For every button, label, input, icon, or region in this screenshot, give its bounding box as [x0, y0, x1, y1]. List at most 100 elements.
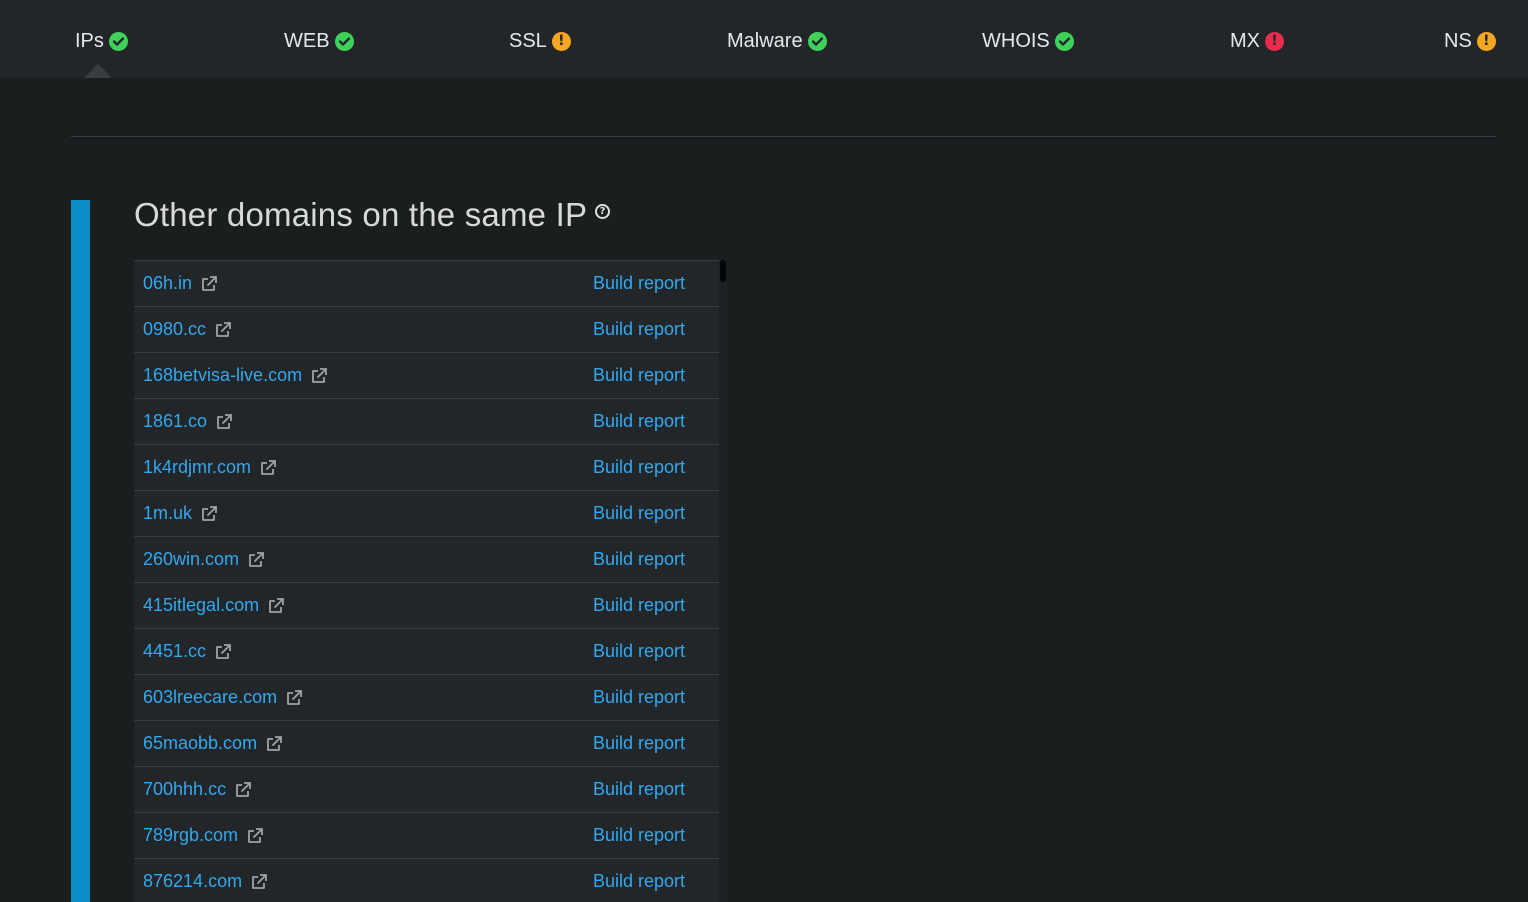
domain-link[interactable]: 876214.com [143, 871, 268, 892]
external-link-icon[interactable] [234, 781, 252, 799]
check-circle-icon [807, 31, 827, 51]
tab-malware[interactable]: Malware [727, 28, 827, 54]
table-scrollbar[interactable] [719, 260, 727, 902]
exclamation-circle-icon: ! [1265, 31, 1284, 51]
table-row: 65maobb.com Build report [134, 720, 719, 766]
domain-link[interactable]: 65maobb.com [143, 733, 283, 754]
build-report-link[interactable]: Build report [593, 365, 685, 386]
external-link-icon[interactable] [215, 413, 233, 431]
domain-name[interactable]: 4451.cc [143, 641, 206, 662]
tab-ssl[interactable]: SSL ! [509, 28, 571, 54]
build-report-link[interactable]: Build report [593, 595, 685, 616]
exclamation-circle-icon: ! [1476, 31, 1496, 51]
domain-name[interactable]: 168betvisa-live.com [143, 365, 302, 386]
build-report-link[interactable]: Build report [593, 411, 685, 432]
scrollbar-thumb[interactable] [720, 260, 726, 282]
table-row: 4451.cc Build report [134, 628, 719, 674]
domain-link[interactable]: 603lreecare.com [143, 687, 303, 708]
check-circle-icon [1054, 31, 1074, 51]
table-row: 0980.cc Build report [134, 306, 719, 352]
domain-name[interactable]: 1861.co [143, 411, 207, 432]
build-report-link[interactable]: Build report [593, 779, 685, 800]
tab-label: Malware [727, 30, 803, 52]
domain-link[interactable]: 260win.com [143, 549, 265, 570]
external-link-icon[interactable] [285, 689, 303, 707]
question-circle-icon[interactable]: ? [595, 204, 611, 219]
tab-label: IPs [75, 30, 104, 52]
domain-link[interactable]: 1m.uk [143, 503, 218, 524]
section-title-text: Other domains on the same IP [134, 196, 588, 233]
table-row: 1861.co Build report [134, 398, 719, 444]
domain-name[interactable]: 789rgb.com [143, 825, 238, 846]
domain-name[interactable]: 1m.uk [143, 503, 192, 524]
domain-name[interactable]: 260win.com [143, 549, 239, 570]
status-tab-bar: IPs WEB SSL ! Malware WHOIS MX ! NS ! [0, 0, 1528, 78]
build-report-link[interactable]: Build report [593, 549, 685, 570]
external-link-icon[interactable] [246, 827, 264, 845]
external-link-icon[interactable] [247, 551, 265, 569]
active-tab-caret [84, 64, 112, 78]
check-circle-icon [108, 31, 128, 51]
external-link-icon[interactable] [200, 275, 218, 293]
domains-table: 06h.in Build report 0980.cc Build report 168… [134, 260, 719, 902]
table-row: 168betvisa-live.com Build report [134, 352, 719, 398]
domain-link[interactable]: 1861.co [143, 411, 233, 432]
domain-link[interactable]: 700hhh.cc [143, 779, 252, 800]
table-row: 1m.uk Build report [134, 490, 719, 536]
domain-name[interactable]: 0980.cc [143, 319, 206, 340]
build-report-link[interactable]: Build report [593, 641, 685, 662]
domain-link[interactable]: 06h.in [143, 273, 218, 294]
table-row: 700hhh.cc Build report [134, 766, 719, 812]
domain-name[interactable]: 603lreecare.com [143, 687, 277, 708]
table-row: 260win.com Build report [134, 536, 719, 582]
tab-label: WEB [284, 30, 330, 52]
build-report-link[interactable]: Build report [593, 733, 685, 754]
tab-label: MX [1230, 30, 1260, 52]
check-circle-icon [334, 31, 354, 51]
section-accent-bar [71, 200, 90, 902]
external-link-icon[interactable] [265, 735, 283, 753]
tab-ips[interactable]: IPs [75, 28, 128, 54]
tab-mx[interactable]: MX ! [1230, 28, 1284, 54]
external-link-icon[interactable] [214, 321, 232, 339]
domain-name[interactable]: 700hhh.cc [143, 779, 226, 800]
tab-label: WHOIS [982, 30, 1050, 52]
build-report-link[interactable]: Build report [593, 687, 685, 708]
external-link-icon[interactable] [250, 873, 268, 891]
tab-ns[interactable]: NS ! [1444, 28, 1496, 54]
build-report-link[interactable]: Build report [593, 319, 685, 340]
domain-link[interactable]: 168betvisa-live.com [143, 365, 328, 386]
tab-whois[interactable]: WHOIS [982, 28, 1074, 54]
build-report-link[interactable]: Build report [593, 871, 685, 892]
divider [71, 136, 1496, 137]
table-row: 603lreecare.com Build report [134, 674, 719, 720]
tab-label: SSL [509, 30, 547, 52]
domain-name[interactable]: 1k4rdjmr.com [143, 457, 251, 478]
external-link-icon[interactable] [214, 643, 232, 661]
build-report-link[interactable]: Build report [593, 457, 685, 478]
external-link-icon[interactable] [310, 367, 328, 385]
domain-link[interactable]: 789rgb.com [143, 825, 264, 846]
external-link-icon[interactable] [259, 459, 277, 477]
table-row: 1k4rdjmr.com Build report [134, 444, 719, 490]
domain-name[interactable]: 06h.in [143, 273, 192, 294]
section-title: Other domains on the same IP? [134, 196, 611, 234]
build-report-link[interactable]: Build report [593, 503, 685, 524]
domain-link[interactable]: 1k4rdjmr.com [143, 457, 277, 478]
domain-link[interactable]: 4451.cc [143, 641, 232, 662]
build-report-link[interactable]: Build report [593, 825, 685, 846]
tab-label: NS [1444, 30, 1472, 52]
table-row: 876214.com Build report [134, 858, 719, 902]
domain-link[interactable]: 0980.cc [143, 319, 232, 340]
domain-name[interactable]: 415itlegal.com [143, 595, 259, 616]
domain-name[interactable]: 876214.com [143, 871, 242, 892]
table-row: 789rgb.com Build report [134, 812, 719, 858]
build-report-link[interactable]: Build report [593, 273, 685, 294]
exclamation-circle-icon: ! [551, 31, 571, 51]
table-row: 415itlegal.com Build report [134, 582, 719, 628]
external-link-icon[interactable] [200, 505, 218, 523]
external-link-icon[interactable] [267, 597, 285, 615]
domain-link[interactable]: 415itlegal.com [143, 595, 285, 616]
tab-web[interactable]: WEB [284, 28, 354, 54]
domain-name[interactable]: 65maobb.com [143, 733, 257, 754]
